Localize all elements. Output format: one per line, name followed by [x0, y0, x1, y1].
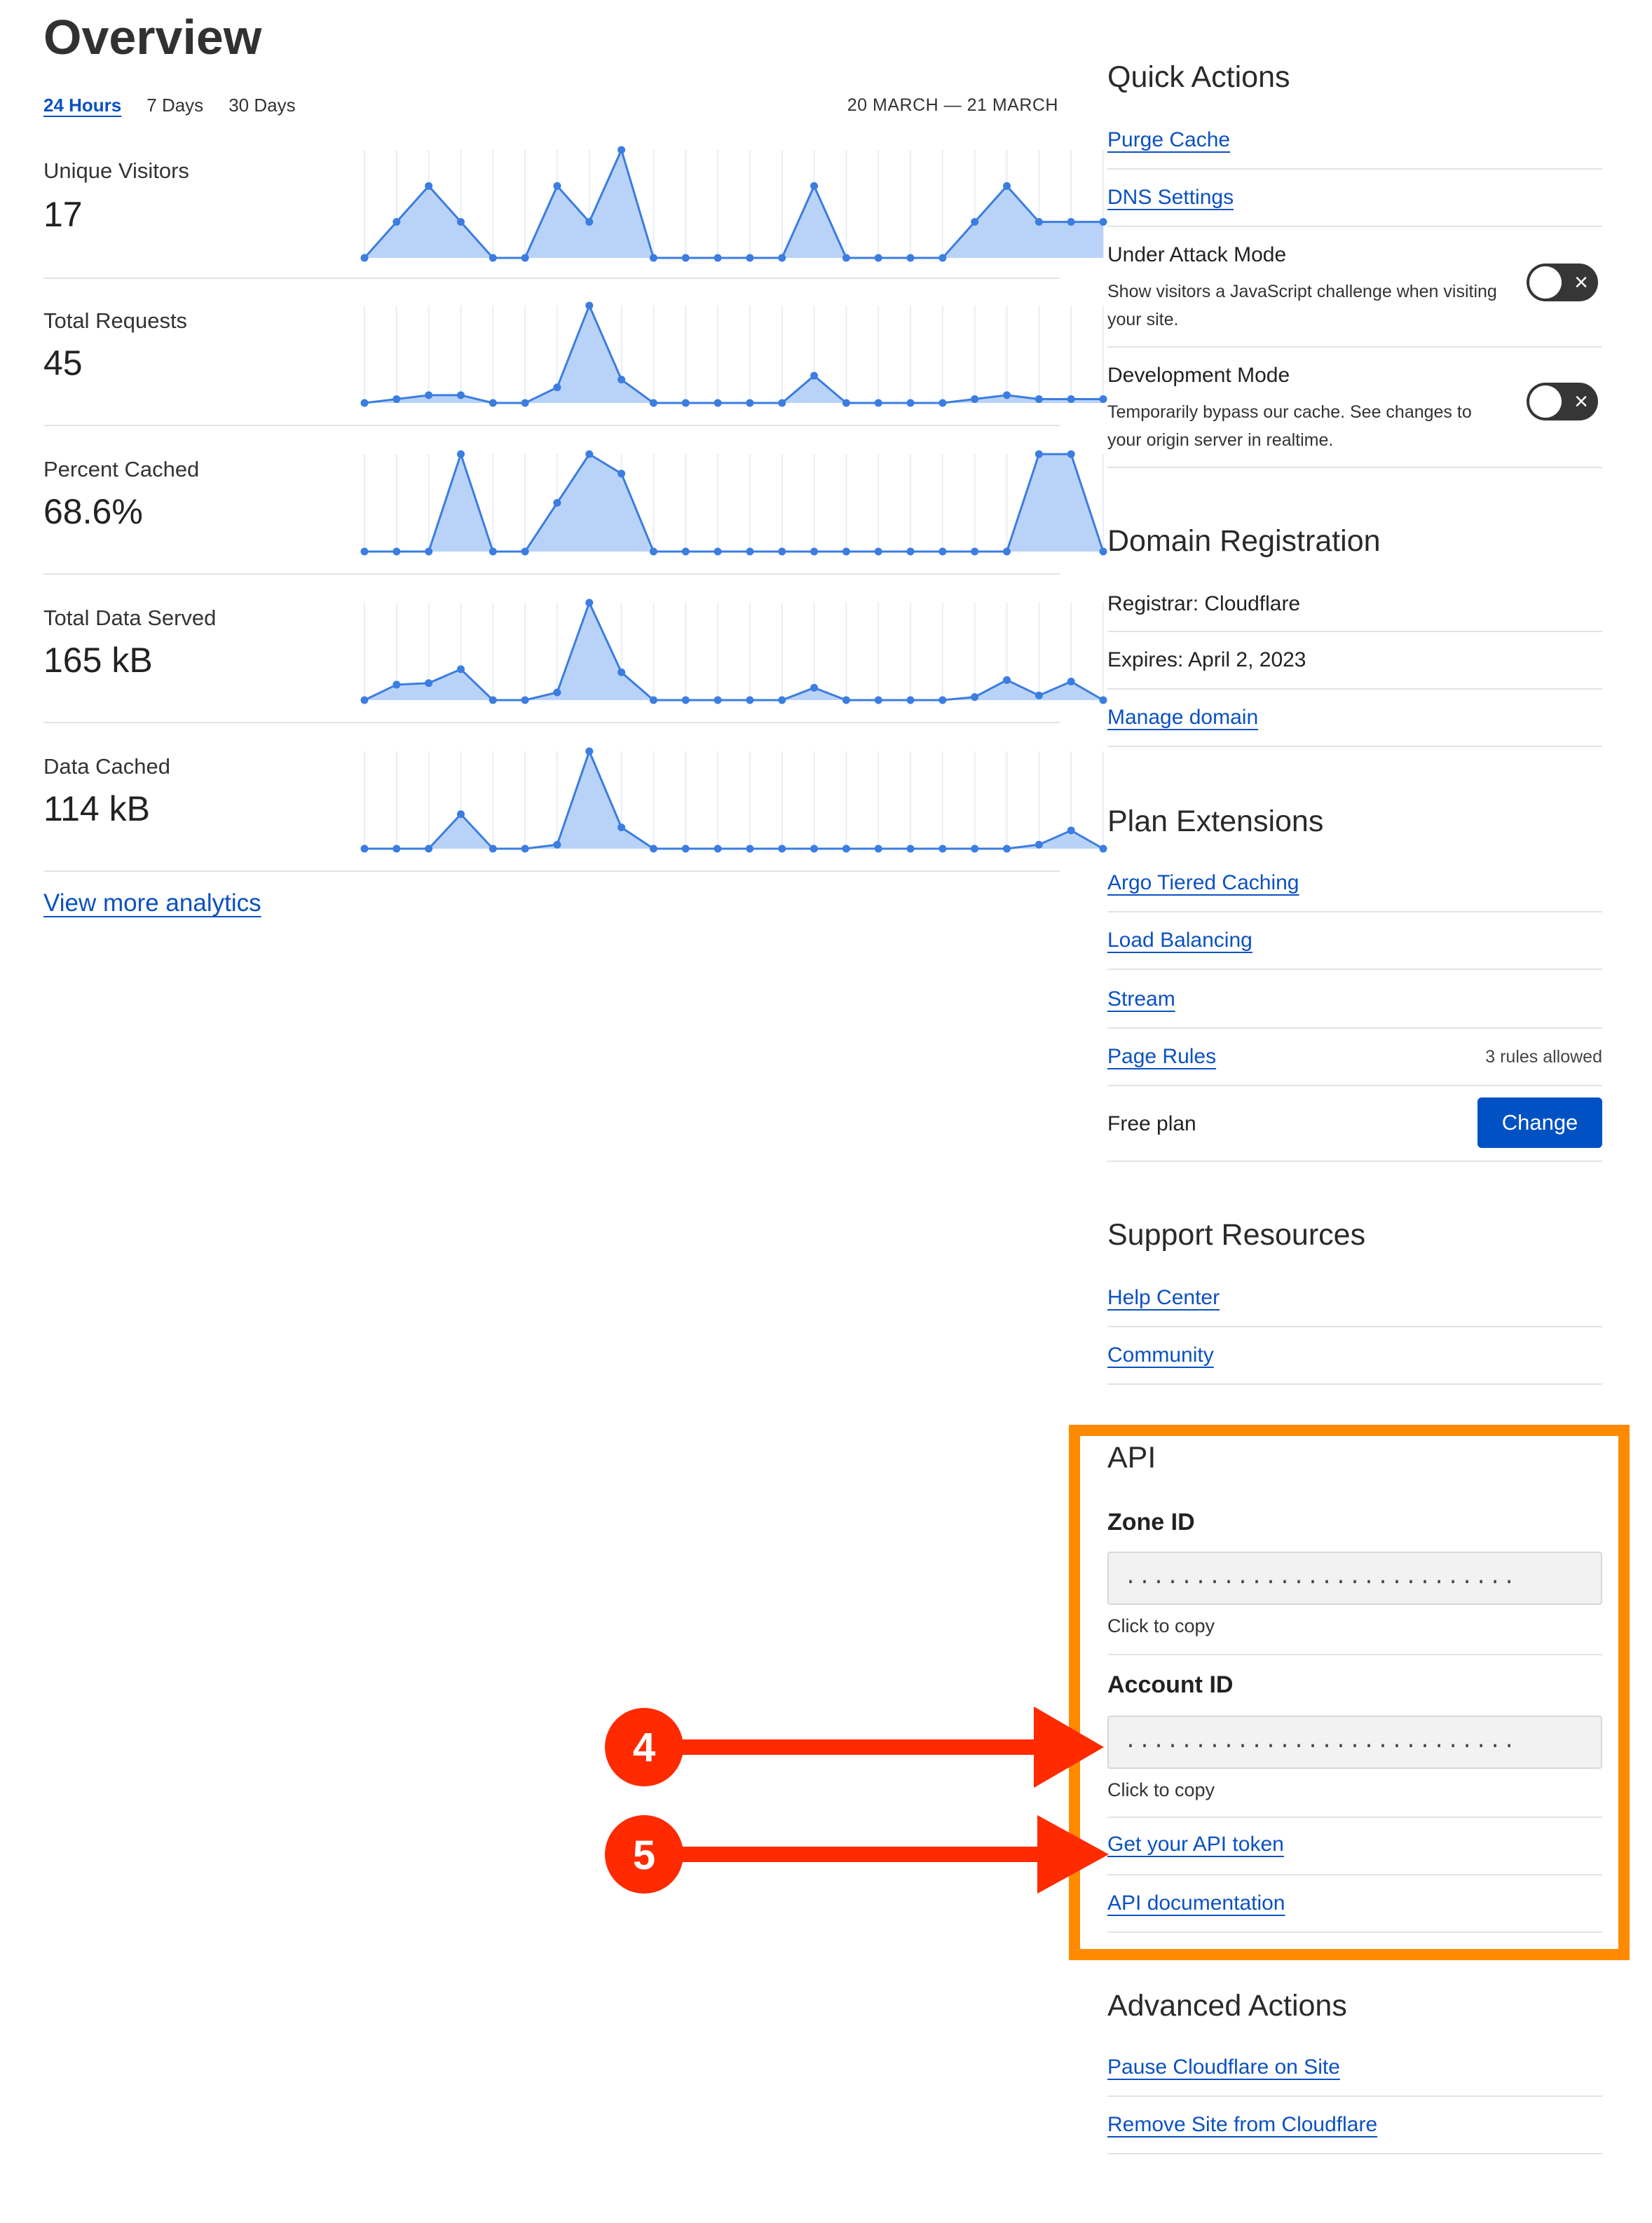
step-number: 5	[633, 1833, 655, 1878]
step-number: 4	[633, 1725, 655, 1770]
annotation-5: 5	[605, 1815, 1109, 1894]
arrow-head	[1034, 1706, 1104, 1788]
arrow-head	[1037, 1815, 1109, 1894]
annotation-4: 4	[605, 1706, 1104, 1788]
arrow-shaft	[681, 1847, 1046, 1862]
arrow-shaft	[680, 1739, 1044, 1755]
annotation-overlay: 4 5	[605, 1706, 1109, 1894]
